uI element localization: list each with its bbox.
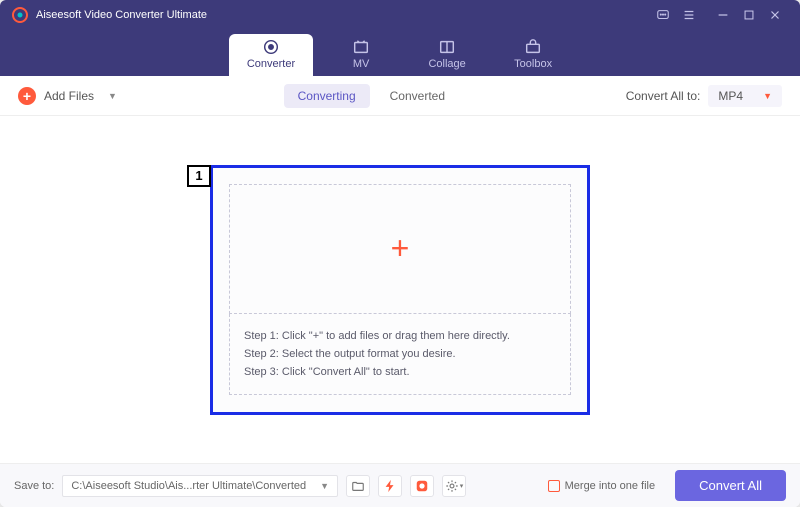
open-folder-button[interactable] (346, 475, 370, 497)
subtab-converting[interactable]: Converting (284, 84, 370, 108)
menu-icon[interactable] (676, 2, 702, 28)
format-select[interactable]: MP4 ▼ (708, 85, 782, 107)
settings-button[interactable]: ▾ (442, 475, 466, 497)
dropzone[interactable]: + (229, 184, 571, 314)
main-tabbar: Converter MV Collage Toolbox (0, 30, 800, 76)
save-path-value: C:\Aiseesoft Studio\Ais...rter Ultimate\… (71, 480, 306, 492)
maximize-icon[interactable] (736, 2, 762, 28)
app-logo-icon (12, 7, 28, 23)
titlebar: Aiseesoft Video Converter Ultimate (0, 0, 800, 30)
collage-icon (438, 38, 456, 56)
toolbox-icon (524, 38, 542, 56)
chevron-down-icon: ▼ (320, 481, 329, 491)
tab-collage[interactable]: Collage (409, 34, 485, 76)
converter-icon (262, 38, 280, 56)
save-path-select[interactable]: C:\Aiseesoft Studio\Ais...rter Ultimate\… (62, 475, 338, 497)
tab-label: Collage (428, 58, 465, 70)
close-icon[interactable] (762, 2, 788, 28)
hardware-accel-button[interactable] (378, 475, 402, 497)
footer: Save to: C:\Aiseesoft Studio\Ais...rter … (0, 463, 800, 507)
merge-label: Merge into one file (565, 480, 656, 492)
callout-highlight: 1 + Step 1: Click "+" to add files or dr… (210, 165, 590, 415)
minimize-icon[interactable] (710, 2, 736, 28)
toolbar: + Add Files ▼ Converting Converted Conve… (0, 76, 800, 116)
callout-number: 1 (187, 165, 211, 187)
save-to-label: Save to: (14, 480, 54, 492)
tab-label: MV (353, 58, 370, 70)
chevron-down-icon: ▼ (763, 91, 772, 101)
tab-label: Converter (247, 58, 295, 70)
tab-converter[interactable]: Converter (229, 34, 313, 76)
step-2: Step 2: Select the output format you des… (244, 348, 556, 360)
add-plus-icon: + (391, 230, 410, 267)
convert-to-label: Convert All to: (626, 89, 701, 103)
tab-mv[interactable]: MV (323, 34, 399, 76)
tab-toolbox[interactable]: Toolbox (495, 34, 571, 76)
convert-all-button[interactable]: Convert All (675, 470, 786, 501)
tab-label: Toolbox (514, 58, 552, 70)
chevron-down-icon: ▼ (108, 91, 117, 101)
app-title: Aiseesoft Video Converter Ultimate (36, 9, 207, 21)
steps-panel: Step 1: Click "+" to add files or drag t… (229, 314, 571, 395)
high-speed-button[interactable] (410, 475, 434, 497)
add-files-button[interactable]: + Add Files ▼ (18, 87, 117, 105)
checkbox-icon (548, 480, 560, 492)
format-value: MP4 (718, 89, 743, 103)
convert-all-to: Convert All to: MP4 ▼ (626, 85, 782, 107)
mv-icon (352, 38, 370, 56)
add-files-label: Add Files (44, 89, 94, 103)
merge-checkbox[interactable]: Merge into one file (548, 480, 656, 492)
app-window: Aiseesoft Video Converter Ultimate Conve… (0, 0, 800, 507)
step-1: Step 1: Click "+" to add files or drag t… (244, 330, 556, 342)
step-3: Step 3: Click "Convert All" to start. (244, 366, 556, 378)
plus-icon: + (18, 87, 36, 105)
main-area: 1 + Step 1: Click "+" to add files or dr… (0, 116, 800, 463)
subtab-converted[interactable]: Converted (376, 84, 459, 108)
feedback-icon[interactable] (650, 2, 676, 28)
